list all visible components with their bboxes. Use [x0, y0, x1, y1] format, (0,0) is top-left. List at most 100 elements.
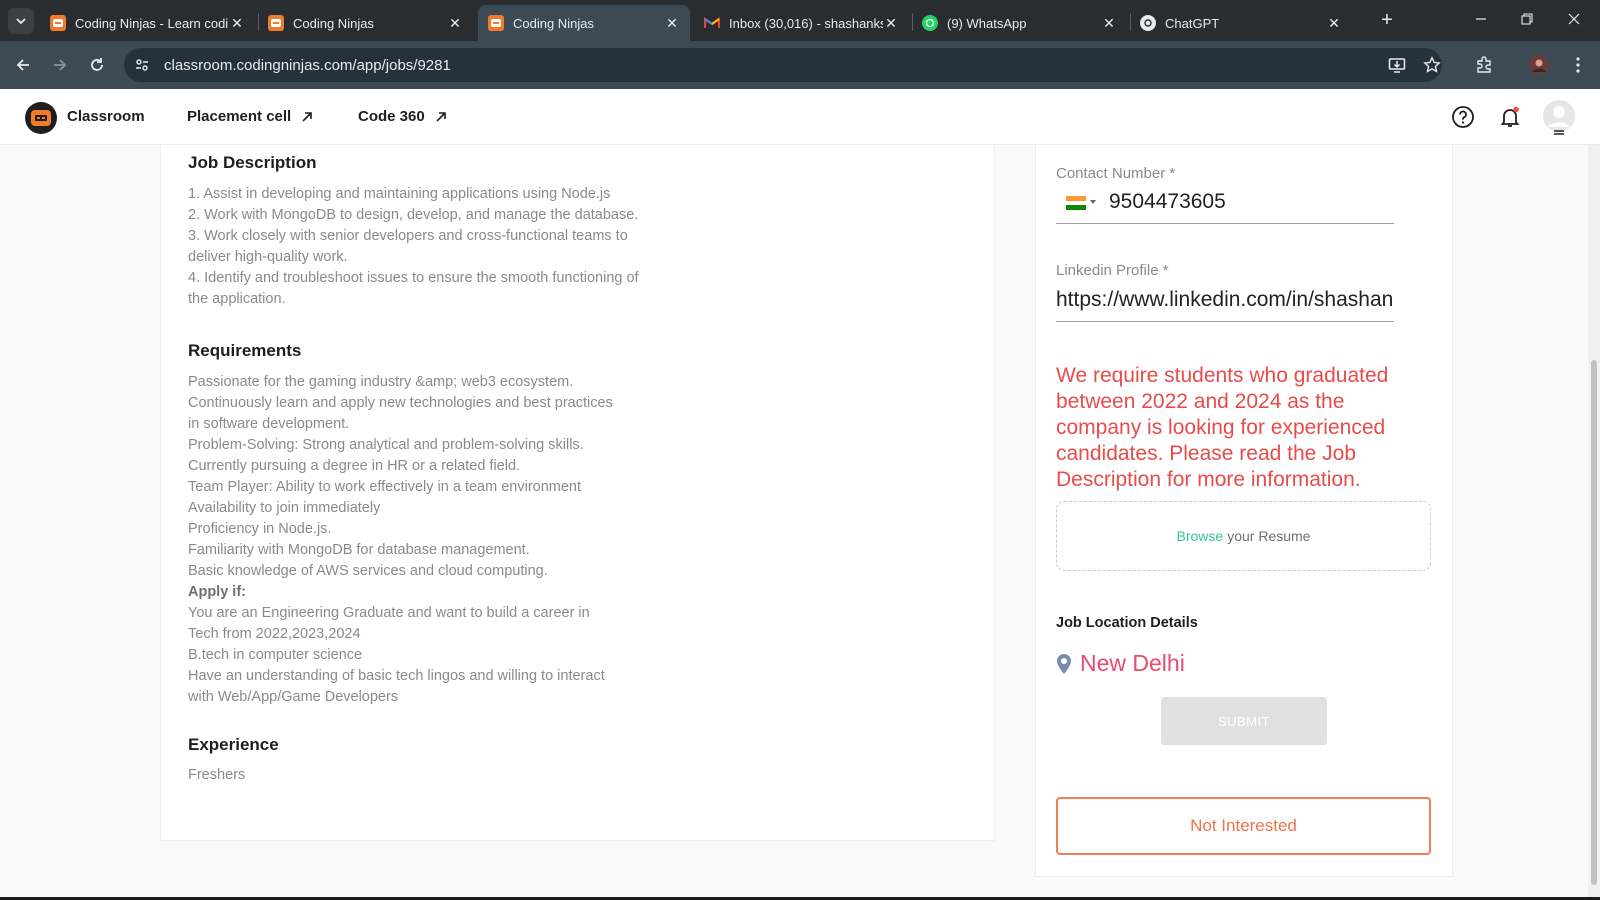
- job-location-heading: Job Location Details: [1056, 615, 1198, 631]
- text-line: the application.: [188, 291, 286, 307]
- tab-search-button[interactable]: [8, 8, 34, 34]
- job-description-text: 1. Assist in developing and maintaining …: [188, 184, 639, 310]
- tab-close-icon[interactable]: ✕: [1101, 15, 1117, 31]
- location-city: New Delhi: [1080, 650, 1185, 676]
- brand-name[interactable]: Classroom: [67, 108, 145, 125]
- tab-title: Coding Ninjas: [513, 15, 594, 31]
- text-line: 4. Identify and troubleshoot issues to e…: [188, 270, 639, 286]
- site-info-icon[interactable]: [134, 57, 150, 78]
- browser-tab[interactable]: Coding Ninjas - Learn codi ✕: [40, 5, 255, 41]
- browse-link[interactable]: Browse: [1177, 528, 1224, 544]
- text-line: Availability to join immediately: [188, 500, 381, 516]
- browser-tabstrip: Coding Ninjas - Learn codi ✕ Coding Ninj…: [0, 0, 1600, 41]
- experience-heading: Experience: [188, 735, 279, 754]
- text-line: You are an Engineering Graduate and want…: [188, 605, 590, 621]
- user-avatar-icon[interactable]: [1542, 99, 1576, 137]
- coding-ninjas-logo-icon[interactable]: [25, 102, 57, 134]
- resume-upload-dropzone[interactable]: Browse your Resume: [1056, 501, 1431, 571]
- page-scrollbar[interactable]: [1588, 145, 1600, 897]
- kebab-menu-icon[interactable]: [1566, 53, 1590, 77]
- upload-hint: your Resume: [1227, 528, 1311, 544]
- chatgpt-icon: [1140, 15, 1156, 31]
- country-dropdown-caret-icon[interactable]: [1090, 200, 1096, 204]
- external-link-arrow-icon: [302, 111, 313, 122]
- input-underline: [1056, 223, 1394, 224]
- text-line: Passionate for the gaming industry &amp;…: [188, 374, 574, 390]
- browser-tab[interactable]: (9) WhatsApp ✕: [912, 5, 1127, 41]
- experience-value: Freshers: [188, 765, 245, 786]
- coding-ninjas-favicon-icon: [488, 15, 504, 31]
- contact-number-label: Contact Number *: [1056, 165, 1176, 182]
- text-line: Team Player: Ability to work effectively…: [188, 479, 582, 495]
- browser-tab-active[interactable]: Coding Ninjas ✕: [478, 5, 690, 41]
- text-line: Problem-Solving: Strong analytical and p…: [188, 437, 584, 453]
- text-line: B.tech in computer science: [188, 647, 363, 663]
- window-close-icon[interactable]: [1563, 8, 1585, 30]
- not-interested-button[interactable]: Not Interested: [1056, 797, 1431, 855]
- site-header: Classroom Placement cell Code 360: [0, 89, 1600, 145]
- submit-button[interactable]: SUBMIT: [1161, 697, 1327, 745]
- reload-icon[interactable]: [85, 53, 109, 77]
- contact-number-input[interactable]: 9504473605: [1109, 190, 1226, 214]
- india-flag-icon[interactable]: [1066, 196, 1086, 210]
- whatsapp-icon: [922, 15, 938, 31]
- tab-close-icon[interactable]: ✕: [447, 15, 463, 31]
- forward-arrow-icon[interactable]: [48, 53, 72, 77]
- nav-label: Placement cell: [187, 108, 292, 125]
- text-line: Basic knowledge of AWS services and clou…: [188, 563, 548, 579]
- minimize-icon[interactable]: [1470, 8, 1492, 30]
- tab-title: ChatGPT: [1165, 15, 1220, 31]
- text-line: Have an understanding of basic tech ling…: [188, 668, 605, 684]
- extensions-icon[interactable]: [1472, 53, 1496, 77]
- profile-avatar-icon[interactable]: [1527, 53, 1551, 77]
- tab-close-icon[interactable]: ✕: [664, 15, 680, 31]
- job-description-heading: Job Description: [188, 153, 317, 172]
- new-tab-button[interactable]: +: [1376, 10, 1398, 32]
- location-pin-icon: [1057, 653, 1071, 674]
- requirements-heading: Requirements: [188, 341, 302, 360]
- coding-ninjas-favicon-icon: [268, 15, 284, 31]
- browser-toolbar: classroom.codingninjas.com/app/jobs/9281: [0, 41, 1600, 89]
- requirements-text: Passionate for the gaming industry &amp;…: [188, 372, 613, 708]
- tab-close-icon[interactable]: ✕: [883, 15, 899, 31]
- eligibility-warning: We require students who graduated betwee…: [1056, 364, 1389, 491]
- notification-bell-icon[interactable]: [1497, 104, 1523, 130]
- browser-tab[interactable]: Coding Ninjas ✕: [258, 5, 473, 41]
- install-app-icon[interactable]: [1385, 53, 1409, 77]
- text-line: Familiarity with MongoDB for database ma…: [188, 542, 530, 558]
- browser-tab[interactable]: ChatGPT ✕: [1130, 5, 1352, 41]
- gmail-icon: [704, 15, 720, 31]
- text-line: 1. Assist in developing and maintaining …: [188, 186, 611, 202]
- coding-ninjas-favicon-icon: [50, 15, 66, 31]
- restore-icon[interactable]: [1516, 8, 1538, 30]
- linkedin-profile-input[interactable]: https://www.linkedin.com/in/shashank: [1056, 288, 1394, 312]
- text-line: Tech from 2022,2023,2024: [188, 626, 361, 642]
- tab-title: Coding Ninjas: [293, 15, 374, 31]
- job-location: New Delhi: [1056, 650, 1185, 677]
- browser-tab[interactable]: Inbox (30,016) - shashanks ✕: [694, 5, 909, 41]
- linkedin-profile-label: Linkedin Profile *: [1056, 262, 1169, 279]
- bookmark-star-icon[interactable]: [1420, 53, 1444, 77]
- tab-title: Inbox (30,016) - shashanks: [729, 15, 883, 31]
- tab-close-icon[interactable]: ✕: [229, 15, 245, 31]
- nav-placement-cell[interactable]: Placement cell: [187, 108, 313, 125]
- text-line: deliver high-quality work.: [188, 249, 348, 265]
- nav-code-360[interactable]: Code 360: [358, 108, 447, 125]
- text-line: with Web/App/Game Developers: [188, 689, 399, 705]
- address-bar[interactable]: classroom.codingninjas.com/app/jobs/9281: [124, 48, 1442, 82]
- text-line: Proficiency in Node.js.: [188, 521, 332, 537]
- help-icon[interactable]: [1450, 104, 1476, 130]
- text-line: Freshers: [188, 767, 246, 783]
- job-details-card: Job Description 1. Assist in developing …: [160, 145, 995, 841]
- tab-close-icon[interactable]: ✕: [1326, 15, 1342, 31]
- input-underline: [1056, 321, 1394, 322]
- scrollbar-thumb[interactable]: [1591, 360, 1597, 885]
- tab-title: (9) WhatsApp: [947, 15, 1027, 31]
- chevron-down-icon: [16, 18, 26, 25]
- text-line: Continuously learn and apply new technol…: [188, 395, 613, 411]
- text-line: 3. Work closely with senior developers a…: [188, 228, 628, 244]
- tab-title: Coding Ninjas - Learn codi: [75, 15, 229, 31]
- back-arrow-icon[interactable]: [11, 53, 35, 77]
- nav-label: Code 360: [358, 108, 425, 125]
- text-line: 2. Work with MongoDB to design, develop,…: [188, 207, 639, 223]
